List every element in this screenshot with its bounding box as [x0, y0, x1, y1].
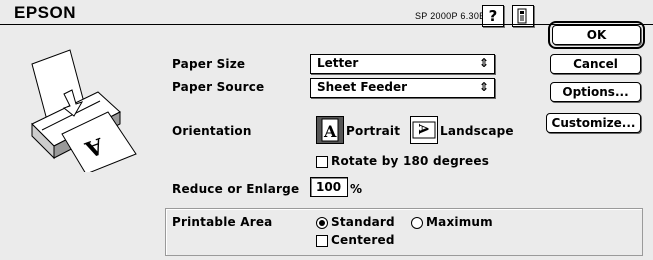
centered-checkbox[interactable] — [316, 235, 328, 247]
paper-size-label: Paper Size — [172, 57, 246, 71]
printer-illustration-icon: A — [31, 49, 137, 172]
orientation-label: Orientation — [172, 124, 252, 138]
landscape-option[interactable]: A — [410, 116, 438, 144]
percent-unit: % — [350, 182, 363, 196]
options-button[interactable]: Options... — [550, 82, 641, 102]
svg-text:A: A — [323, 122, 337, 141]
paper-size-popup[interactable]: Letter ⇕ — [310, 54, 495, 74]
standard-label[interactable]: Standard — [331, 215, 395, 229]
paper-source-label: Paper Source — [172, 80, 265, 94]
rotate-180-checkbox[interactable] — [316, 156, 328, 168]
standard-radio[interactable] — [316, 217, 328, 229]
printable-area-label: Printable Area — [172, 215, 273, 229]
portrait-label[interactable]: Portrait — [346, 124, 400, 138]
maximum-label[interactable]: Maximum — [426, 215, 493, 229]
maximum-radio[interactable] — [411, 217, 423, 229]
landscape-label[interactable]: Landscape — [440, 124, 514, 138]
popup-arrows-icon: ⇕ — [478, 56, 489, 70]
reduce-enlarge-label: Reduce or Enlarge — [172, 182, 300, 196]
rotate-180-label[interactable]: Rotate by 180 degrees — [331, 154, 489, 168]
brand-logo: EPSON — [14, 3, 77, 22]
printer-info-icon — [517, 8, 527, 24]
popup-arrows-icon: ⇕ — [478, 80, 489, 94]
paper-source-value: Sheet Feeder — [317, 80, 408, 94]
paper-size-value: Letter — [317, 56, 359, 70]
svg-text:A: A — [415, 123, 430, 135]
portrait-icon: A — [321, 118, 339, 142]
centered-label[interactable]: Centered — [331, 233, 395, 247]
driver-version: SP 2000P 6.30E — [415, 11, 486, 21]
ok-button[interactable]: OK — [548, 21, 645, 49]
customize-button[interactable]: Customize... — [546, 113, 641, 133]
landscape-icon: A — [412, 121, 436, 139]
cancel-button[interactable]: Cancel — [550, 54, 641, 74]
scale-input[interactable]: 100 — [310, 177, 348, 197]
portrait-option[interactable]: A — [316, 116, 344, 144]
scale-value: 100 — [316, 180, 342, 194]
paper-source-popup[interactable]: Sheet Feeder ⇕ — [310, 78, 495, 98]
help-icon: ? — [488, 7, 498, 25]
